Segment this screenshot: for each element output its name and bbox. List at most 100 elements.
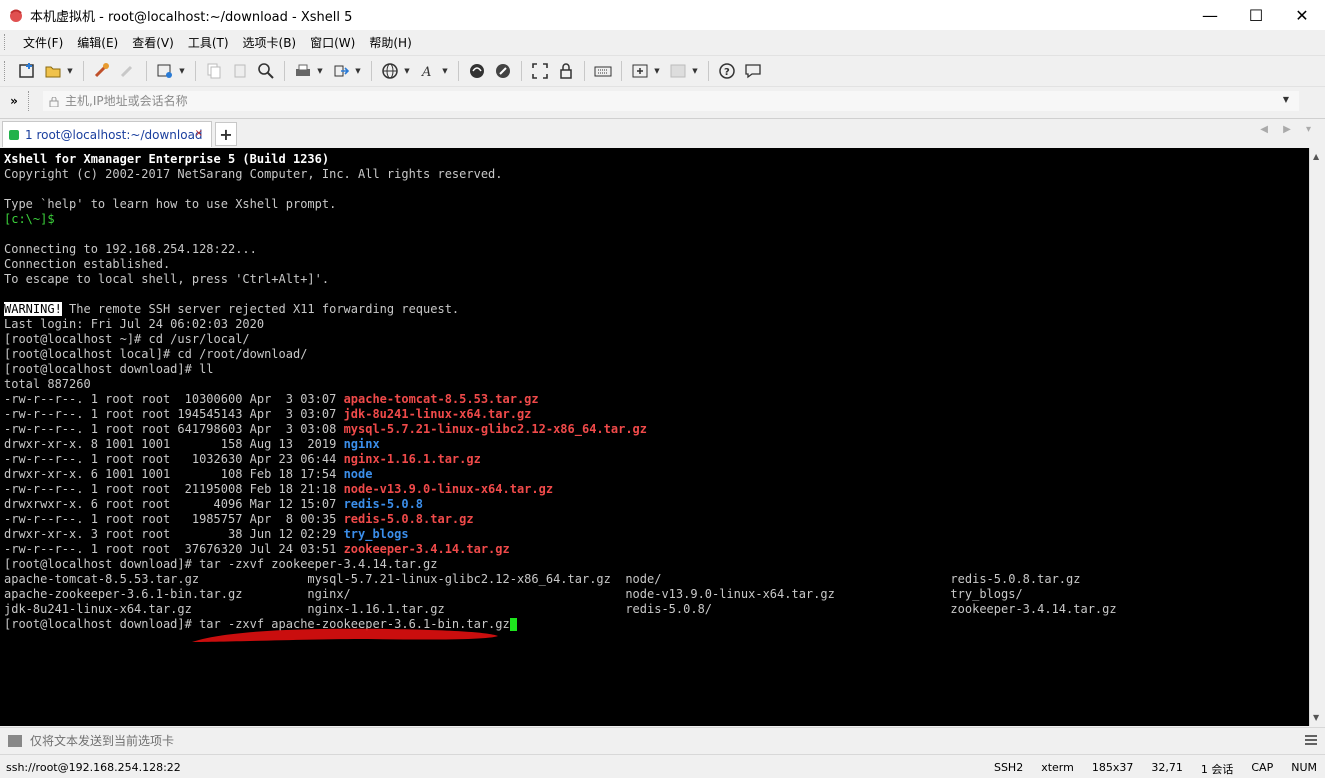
keyboard-icon[interactable] — [592, 60, 614, 82]
terminal-line: -rw-r--r--. 1 root root 1985757 Apr 8 00… — [4, 512, 1305, 527]
copy-icon[interactable] — [203, 60, 225, 82]
terminal-line: [root@localhost local]# cd /root/downloa… — [4, 347, 1305, 362]
compose-icon — [8, 734, 22, 747]
add-tab-button[interactable]: + — [215, 122, 237, 146]
terminal-text: apache-tomcat-8.5.53.tar.gz mysql-5.7.21… — [4, 572, 1081, 586]
reconnect-icon[interactable] — [91, 60, 113, 82]
terminal-text: drwxr-xr-x. 6 1001 1001 108 Feb 18 17:54 — [4, 467, 344, 481]
help-icon[interactable]: ? — [716, 60, 738, 82]
terminal-text: -rw-r--r--. 1 root root 37676320 Jul 24 … — [4, 542, 344, 556]
terminal-text: redis-5.0.8.tar.gz — [343, 512, 474, 526]
open-dropdown-icon[interactable]: ▼ — [66, 60, 74, 82]
status-bar: ssh://root@192.168.254.128:22 SSH2 xterm… — [0, 754, 1325, 778]
terminal-line: [c:\~]$ — [4, 212, 1305, 227]
terminal-text: jdk-8u241-linux-x64.tar.gz nginx-1.16.1.… — [4, 602, 1117, 616]
xshell-app-icon — [8, 7, 24, 23]
menubar-grip — [4, 34, 10, 50]
transfer-dropdown-icon[interactable]: ▼ — [354, 60, 362, 82]
disconnect-icon[interactable] — [117, 60, 139, 82]
terminal-line: drwxrwxr-x. 6 root root 4096 Mar 12 15:0… — [4, 497, 1305, 512]
terminal-line: -rw-r--r--. 1 root root 37676320 Jul 24 … — [4, 542, 1305, 557]
close-window-button[interactable]: ✕ — [1279, 0, 1325, 30]
menu-bar: 文件(F) 编辑(E) 查看(V) 工具(T) 选项卡(B) 窗口(W) 帮助(… — [0, 30, 1325, 54]
terminal-text: Copyright (c) 2002-2017 NetSarang Comput… — [4, 167, 503, 181]
properties-dropdown-icon[interactable]: ▼ — [178, 60, 186, 82]
menu-window[interactable]: 窗口(W) — [303, 34, 362, 51]
terminal-text: nginx-1.16.1.tar.gz — [343, 452, 481, 466]
find-icon[interactable] — [255, 60, 277, 82]
menu-tabs[interactable]: 选项卡(B) — [236, 34, 304, 51]
menu-tools[interactable]: 工具(T) — [181, 34, 236, 51]
print-icon[interactable] — [292, 60, 314, 82]
terminal-text: -rw-r--r--. 1 root root 641798603 Apr 3 … — [4, 422, 344, 436]
tab-session[interactable]: 1 root@localhost:~/download × — [2, 121, 212, 147]
layout-dropdown-icon[interactable]: ▼ — [691, 60, 699, 82]
terminal-line: -rw-r--r--. 1 root root 10300600 Apr 3 0… — [4, 392, 1305, 407]
terminal-text: The remote SSH server rejected X11 forwa… — [61, 302, 460, 316]
xmanager-icon[interactable] — [466, 60, 488, 82]
font-icon[interactable]: A — [417, 60, 439, 82]
compose-bar[interactable]: 仅将文本发送到当前选项卡 — [0, 727, 1325, 753]
menu-file[interactable]: 文件(F) — [16, 34, 70, 51]
scroll-up-icon[interactable]: ▲ — [1313, 152, 1319, 161]
tab-label: 1 root@localhost:~/download — [25, 127, 203, 142]
chat-icon[interactable] — [742, 60, 764, 82]
host-input-placeholder: 主机,IP地址或会话名称 — [65, 94, 188, 108]
toolbar-separator — [521, 60, 522, 81]
layout-icon[interactable] — [667, 60, 689, 82]
globe-dropdown-icon[interactable]: ▼ — [403, 60, 411, 82]
chevron-icon[interactable]: » — [0, 94, 28, 108]
terminal-text: mysql-5.7.21-linux-glibc2.12-x86_64.tar.… — [343, 422, 647, 436]
terminal[interactable]: Xshell for Xmanager Enterprise 5 (Build … — [0, 148, 1309, 726]
xftp-icon[interactable] — [492, 60, 514, 82]
scroll-down-icon[interactable]: ▼ — [1313, 713, 1319, 722]
svg-text:?: ? — [724, 67, 730, 78]
terminal-text: [c:\~]$ — [4, 212, 55, 226]
terminal-line: [root@localhost download]# tar -zxvf zoo… — [4, 557, 1305, 572]
terminal-text: [root@localhost download]# tar -zxvf zoo… — [4, 557, 438, 571]
minimize-button[interactable]: — — [1187, 0, 1233, 30]
terminal-text: total 887260 — [4, 377, 91, 391]
terminal-line: jdk-8u241-linux-x64.tar.gz nginx-1.16.1.… — [4, 602, 1305, 617]
print-dropdown-icon[interactable]: ▼ — [316, 60, 324, 82]
terminal-text: drwxr-xr-x. 8 1001 1001 158 Aug 13 2019 — [4, 437, 344, 451]
terminal-cursor — [509, 618, 517, 631]
properties-icon[interactable] — [154, 60, 176, 82]
new-session-icon[interactable] — [16, 60, 38, 82]
new-tab-icon[interactable] — [629, 60, 651, 82]
toolbar-separator — [584, 60, 585, 81]
tab-close-icon[interactable]: × — [195, 128, 203, 139]
globe-icon[interactable] — [379, 60, 401, 82]
menu-view[interactable]: 查看(V) — [125, 34, 181, 51]
terminal-text: Connecting to 192.168.254.128:22... — [4, 242, 257, 256]
fullscreen-icon[interactable] — [529, 60, 551, 82]
compose-placeholder: 仅将文本发送到当前选项卡 — [30, 734, 175, 748]
terminal-text: try_blogs — [343, 527, 409, 541]
font-dropdown-icon[interactable]: ▼ — [441, 60, 449, 82]
connected-status-icon — [9, 129, 19, 140]
terminal-line: Type `help' to learn how to use Xshell p… — [4, 197, 1305, 212]
transfer-icon[interactable] — [330, 60, 352, 82]
terminal-line: [root@localhost download]# tar -zxvf apa… — [4, 617, 1305, 632]
terminal-text: nginx — [343, 437, 380, 451]
open-folder-icon[interactable] — [42, 60, 64, 82]
terminal-scrollbar[interactable]: ▲ ▼ — [1309, 148, 1325, 726]
hamburger-menu-icon[interactable] — [1305, 734, 1317, 746]
host-dropdown-icon[interactable]: ▼ — [1283, 95, 1289, 104]
toolbar-separator — [284, 60, 285, 81]
terminal-line: drwxr-xr-x. 6 1001 1001 108 Feb 18 17:54… — [4, 467, 1305, 482]
terminal-text: [root@localhost download]# tar -zxvf apa… — [4, 617, 510, 631]
terminal-line: Connection established. — [4, 257, 1305, 272]
tab-nav-arrows[interactable]: ◀ ▶ ▾ — [1260, 124, 1317, 135]
terminal-text: redis-5.0.8 — [343, 497, 424, 511]
tab-strip: 1 root@localhost:~/download × + ◀ ▶ ▾ — [0, 118, 1325, 147]
maximize-button[interactable]: ☐ — [1233, 0, 1279, 30]
new-tab-dropdown-icon[interactable]: ▼ — [653, 60, 661, 82]
terminal-type-status: xterm — [1041, 761, 1074, 774]
host-input[interactable]: 主机,IP地址或会话名称 ▼ — [42, 89, 1300, 112]
lock-icon[interactable] — [555, 60, 577, 82]
menu-edit[interactable]: 编辑(E) — [70, 34, 125, 51]
paste-icon[interactable] — [229, 60, 251, 82]
menu-help[interactable]: 帮助(H) — [362, 34, 418, 51]
